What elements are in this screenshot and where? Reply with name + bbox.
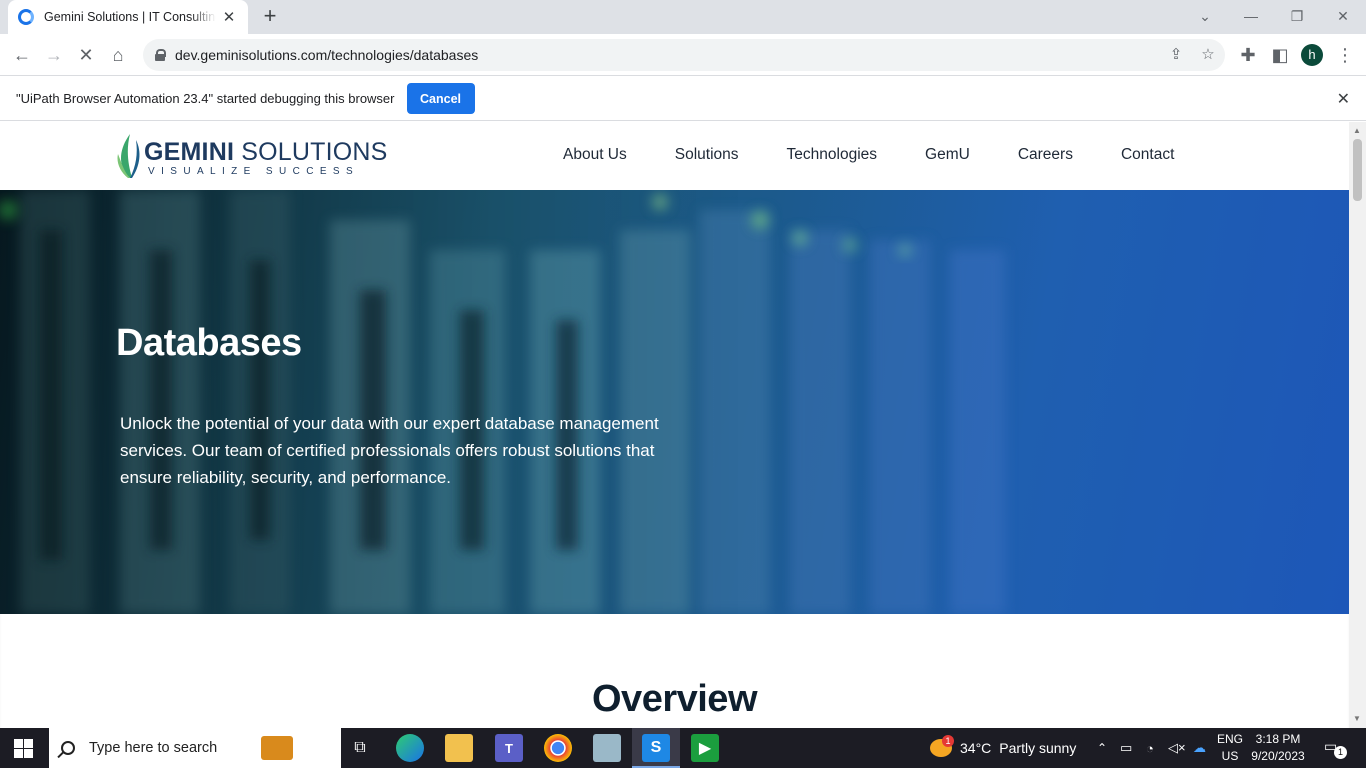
- tab-search-icon[interactable]: ⌄: [1182, 0, 1228, 32]
- stop-loading-button[interactable]: ✕: [74, 43, 98, 67]
- menu-solutions[interactable]: Solutions: [675, 146, 739, 164]
- gemini-logo[interactable]: GEMINI SOLUTIONS VISUALIZE SUCCESS: [116, 132, 387, 180]
- infobar-close-icon[interactable]: ✕: [1337, 89, 1350, 109]
- infobar-cancel-button[interactable]: Cancel: [406, 83, 475, 114]
- page-scrollbar[interactable]: ▲ ▼: [1349, 122, 1366, 728]
- task-view-icon[interactable]: ⧉: [346, 734, 374, 762]
- home-button[interactable]: ⌂: [106, 43, 130, 67]
- logo-tagline: VISUALIZE SUCCESS: [148, 166, 360, 177]
- logo-leaf-icon: [117, 134, 140, 178]
- web-page: GEMINI SOLUTIONS VISUALIZE SUCCESS About…: [0, 122, 1349, 728]
- window-controls: ⌄ — ❐ ✕: [1182, 0, 1366, 32]
- forward-button[interactable]: →: [42, 43, 66, 67]
- battery-icon[interactable]: ▭: [1120, 728, 1132, 768]
- taskbar-search-placeholder: Type here to search: [89, 740, 218, 756]
- lang-code: ENG: [1216, 732, 1243, 746]
- scroll-up-icon[interactable]: ▲: [1353, 126, 1361, 135]
- site-favicon-icon: [18, 9, 34, 25]
- onedrive-cloud-icon[interactable]: ☁: [1193, 728, 1206, 768]
- close-window-button[interactable]: ✕: [1320, 0, 1366, 32]
- weather-badge: 1: [942, 735, 954, 747]
- menu-technologies[interactable]: Technologies: [787, 146, 877, 164]
- tray-overflow-icon[interactable]: ⌃: [1097, 728, 1107, 768]
- restore-button[interactable]: ❐: [1274, 0, 1320, 32]
- hero-banner: Databases Unlock the potential of your d…: [0, 190, 1349, 614]
- menu-careers[interactable]: Careers: [1018, 146, 1073, 164]
- close-tab-icon[interactable]: ✕: [220, 8, 238, 26]
- back-button[interactable]: ←: [10, 43, 34, 67]
- weather-widget[interactable]: 1 34°C Partly sunny: [930, 728, 1076, 768]
- browser-tab[interactable]: Gemini Solutions | IT Consulting ✕: [8, 0, 248, 34]
- clock-date: 9/20/2023: [1251, 749, 1305, 763]
- hero-title: Databases: [116, 322, 302, 364]
- hero-description: Unlock the potential of your data with o…: [120, 414, 659, 487]
- profile-avatar[interactable]: h: [1301, 44, 1323, 66]
- overview-heading: Overview: [592, 678, 758, 720]
- search-icon: [61, 741, 75, 755]
- scrollbar-thumb[interactable]: [1353, 139, 1362, 201]
- side-panel-icon[interactable]: ◧: [1268, 43, 1292, 67]
- windows-start-icon[interactable]: [14, 739, 33, 758]
- file-explorer-icon[interactable]: [445, 734, 473, 762]
- chrome-icon[interactable]: [544, 734, 572, 762]
- wifi-icon[interactable]: ◔: [1146, 728, 1154, 768]
- windows-taskbar: Type here to search ⧉ T S ▶ 1 34°C Partl…: [0, 728, 1366, 768]
- taskbar-search-box[interactable]: Type here to search: [49, 728, 341, 768]
- tab-strip: Gemini Solutions | IT Consulting ✕ + ⌄ —…: [0, 0, 1366, 34]
- menu-contact[interactable]: Contact: [1121, 146, 1174, 164]
- notepad-icon[interactable]: [593, 734, 621, 762]
- briefcase-icon: [261, 736, 293, 760]
- lock-icon[interactable]: [155, 49, 166, 61]
- input-language[interactable]: ENG US: [1216, 731, 1244, 765]
- teams-icon[interactable]: T: [495, 734, 523, 762]
- share-icon[interactable]: ⇪: [1166, 45, 1186, 65]
- address-url[interactable]: dev.geminisolutions.com/technologies/dat…: [175, 47, 478, 63]
- address-bar[interactable]: dev.geminisolutions.com/technologies/dat…: [143, 39, 1225, 71]
- weather-temperature: 34°C: [960, 740, 992, 756]
- tab-title: Gemini Solutions | IT Consulting: [44, 10, 216, 24]
- minimize-button[interactable]: —: [1228, 0, 1274, 32]
- weather-description: Partly sunny: [999, 740, 1077, 756]
- notification-count: 1: [1334, 746, 1347, 759]
- main-menu: About Us Solutions Technologies GemU Car…: [563, 146, 1174, 164]
- volume-muted-icon[interactable]: ◁×: [1168, 728, 1186, 768]
- logo-wordmark: GEMINI SOLUTIONS: [144, 138, 388, 166]
- infobar-message: "UiPath Browser Automation 23.4" started…: [16, 91, 395, 106]
- system-clock[interactable]: 3:18 PM 9/20/2023: [1248, 731, 1308, 765]
- menu-about-us[interactable]: About Us: [563, 146, 627, 164]
- debug-infobar: "UiPath Browser Automation 23.4" started…: [0, 77, 1366, 121]
- server-rack-background-image: [0, 190, 1349, 614]
- menu-gemu[interactable]: GemU: [925, 146, 970, 164]
- scroll-down-icon[interactable]: ▼: [1353, 714, 1361, 723]
- browser-toolbar: ← → ✕ ⌂ dev.geminisolutions.com/technolo…: [0, 34, 1366, 76]
- extensions-puzzle-icon[interactable]: ✚: [1236, 43, 1260, 67]
- notification-center-icon[interactable]: ▭ 1: [1324, 738, 1347, 759]
- edge-browser-icon[interactable]: [396, 734, 424, 762]
- uipath-assistant-icon[interactable]: ▶: [691, 734, 719, 762]
- site-header: GEMINI SOLUTIONS VISUALIZE SUCCESS About…: [0, 122, 1349, 190]
- clock-time: 3:18 PM: [1255, 732, 1301, 746]
- lang-region: US: [1221, 749, 1239, 763]
- menu-kebab-icon[interactable]: ⋮: [1333, 43, 1357, 67]
- new-tab-button[interactable]: +: [258, 5, 282, 29]
- bookmark-star-icon[interactable]: ☆: [1198, 45, 1218, 65]
- uipath-studio-icon[interactable]: S: [642, 734, 670, 762]
